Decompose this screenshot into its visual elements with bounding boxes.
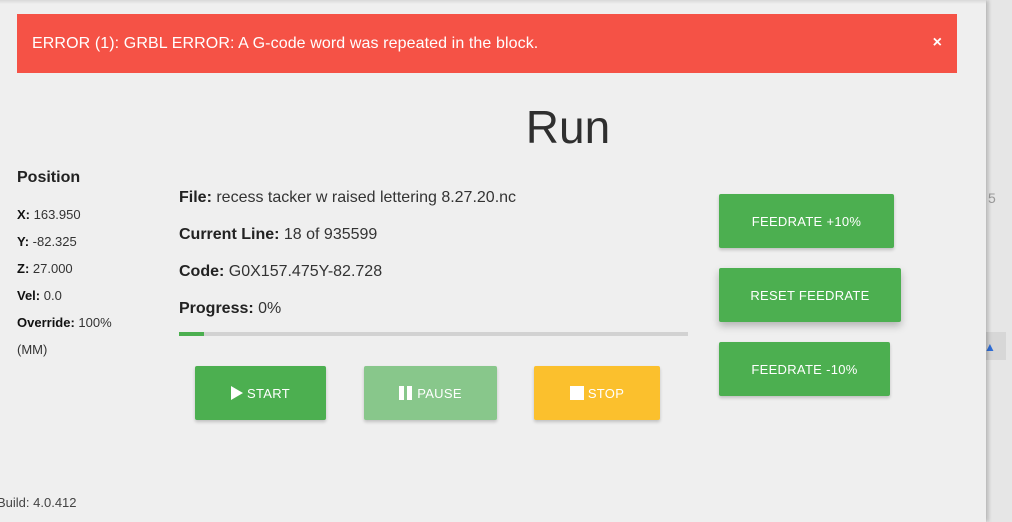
file-value: recess tacker w raised lettering 8.27.20… xyxy=(211,189,517,206)
position-x-value: 163.950 xyxy=(30,207,81,222)
start-button[interactable]: START xyxy=(195,366,326,420)
stop-button[interactable]: STOP xyxy=(534,366,660,420)
units: (MM) xyxy=(17,342,48,357)
progress-bar-fill xyxy=(179,332,205,336)
run-panel: ERROR (1): GRBL ERROR: A G-code word was… xyxy=(0,0,986,522)
progress-bar xyxy=(179,332,688,336)
override: Override: 100% xyxy=(17,315,112,330)
background-number: 5 xyxy=(988,190,996,206)
pause-icon xyxy=(399,386,413,400)
error-alert: ERROR (1): GRBL ERROR: A G-code word was… xyxy=(17,14,957,73)
progress-info: Progress: 0% xyxy=(179,300,281,318)
velocity-label: Vel: xyxy=(17,288,41,303)
panel-top-shadow xyxy=(0,0,986,4)
feedrate-decrease-label: FEEDRATE -10% xyxy=(751,361,858,377)
start-label: START xyxy=(247,385,290,401)
stop-label: STOP xyxy=(587,385,625,401)
feedrate-increase-button[interactable]: FEEDRATE +10% xyxy=(719,194,894,248)
close-icon[interactable]: × xyxy=(933,34,942,52)
file-label: File: xyxy=(179,189,212,206)
code-info: Code: G0X157.475Y-82.728 xyxy=(179,263,382,281)
position-y-value: -82.325 xyxy=(29,234,77,249)
progress-value: 0% xyxy=(253,300,282,317)
feedrate-increase-label: FEEDRATE +10% xyxy=(751,213,862,229)
build-version: Build: 4.0.412 xyxy=(0,495,77,510)
pause-label: PAUSE xyxy=(417,385,462,401)
code-label: Code: xyxy=(179,263,225,280)
position-title: Position xyxy=(17,169,81,186)
position-y-label: Y: xyxy=(17,234,30,249)
file-info: File: recess tacker w raised lettering 8… xyxy=(179,189,516,207)
position-y: Y: -82.325 xyxy=(17,234,77,249)
background-window-strip xyxy=(988,0,1012,522)
pause-button[interactable]: PAUSE xyxy=(364,366,497,420)
error-message: ERROR (1): GRBL ERROR: A G-code word was… xyxy=(32,35,539,52)
current-line-info: Current Line: 18 of 935599 xyxy=(179,226,377,244)
position-x: X: 163.950 xyxy=(17,207,81,222)
velocity-value: 0.0 xyxy=(40,288,62,303)
position-x-label: X: xyxy=(17,207,30,222)
current-line-label: Current Line: xyxy=(179,226,280,243)
current-line-value: 18 of 935599 xyxy=(279,226,378,243)
stop-icon xyxy=(569,386,584,400)
position-z: Z: 27.000 xyxy=(17,261,73,276)
feedrate-reset-label: RESET FEEDRATE xyxy=(750,287,870,303)
velocity: Vel: 0.0 xyxy=(17,288,62,303)
override-value: 100% xyxy=(74,315,112,330)
feedrate-reset-button[interactable]: RESET FEEDRATE xyxy=(719,268,901,322)
position-z-label: Z: xyxy=(17,261,30,276)
position-z-value: 27.000 xyxy=(29,261,73,276)
feedrate-decrease-button[interactable]: FEEDRATE -10% xyxy=(719,342,890,396)
progress-label: Progress: xyxy=(179,300,254,317)
override-label: Override: xyxy=(17,315,75,330)
code-value: G0X157.475Y-82.728 xyxy=(224,263,383,280)
play-icon xyxy=(231,386,244,400)
page-title: Run xyxy=(525,101,611,153)
